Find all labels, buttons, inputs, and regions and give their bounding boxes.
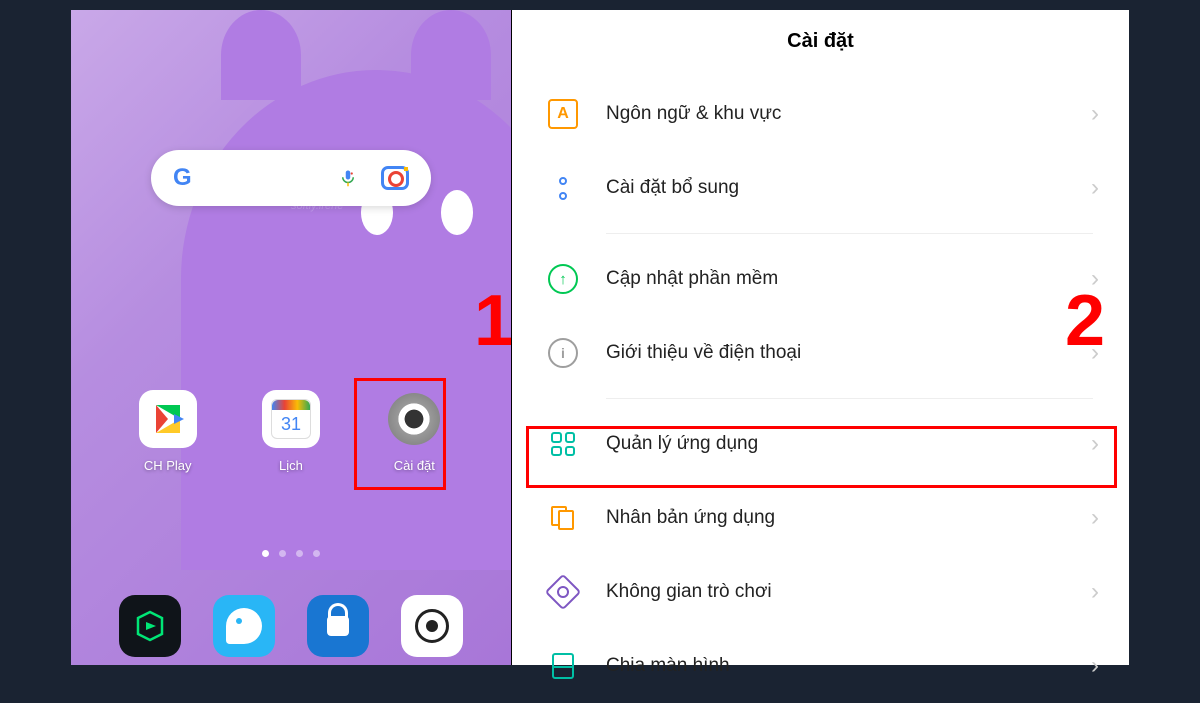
wallpaper-eye (441, 190, 473, 235)
page-dot[interactable] (262, 550, 269, 557)
settings-item-split-screen[interactable]: Chia màn hình › (512, 629, 1129, 703)
lock-icon (327, 616, 349, 636)
item-label: Cập nhật phần mềm (606, 268, 1091, 290)
app-settings[interactable]: Cài đặt (369, 390, 459, 473)
language-icon: A (548, 99, 578, 129)
home-screen: softly.irene G 1 CH Play 31 Lịch Cài (71, 10, 511, 665)
tutorial-frame: softly.irene G 1 CH Play 31 Lịch Cài (71, 10, 1129, 665)
google-search-widget[interactable]: G (151, 150, 431, 206)
highlight-box-2 (526, 426, 1117, 488)
dock-app-video[interactable] (119, 595, 181, 657)
clone-icon (548, 503, 578, 533)
page-indicator (262, 550, 320, 557)
lens-icon[interactable] (381, 166, 409, 190)
settings-item-language[interactable]: A Ngôn ngữ & khu vực › (512, 77, 1129, 151)
update-icon: ↑ (548, 264, 578, 294)
wallpaper-cat (181, 70, 511, 570)
app-label: CH Play (144, 458, 192, 473)
app-label: Lịch (279, 458, 303, 473)
settings-item-game-space[interactable]: Không gian trò chơi › (512, 555, 1129, 629)
dock (71, 595, 511, 657)
item-label: Ngôn ngữ & khu vực (606, 103, 1091, 125)
kiwi-icon (226, 608, 262, 644)
dock-app-camera[interactable] (401, 595, 463, 657)
app-row: CH Play 31 Lịch Cài đặt (71, 390, 511, 473)
settings-item-app-clone[interactable]: Nhân bản ứng dụng › (512, 481, 1129, 555)
settings-item-update[interactable]: ↑ Cập nhật phần mềm › (512, 242, 1129, 316)
mic-icon[interactable] (339, 165, 357, 191)
split-icon (548, 651, 578, 681)
annotation-step-1: 1 (474, 280, 511, 362)
calendar-icon: 31 (262, 390, 320, 448)
settings-item-about[interactable]: i Giới thiệu về điện thoại › (512, 316, 1129, 390)
settings-item-additional[interactable]: Cài đặt bổ sung › (512, 151, 1129, 225)
annotation-step-2: 2 (1065, 280, 1105, 362)
item-label: Nhân bản ứng dụng (606, 507, 1091, 529)
app-ch-play[interactable]: CH Play (123, 390, 213, 473)
chevron-right-icon: › (1091, 100, 1099, 128)
settings-screen: Cài đặt A Ngôn ngữ & khu vực › Cài đặt b… (511, 10, 1129, 665)
camera-icon (415, 609, 449, 643)
chevron-right-icon: › (1091, 652, 1099, 680)
game-icon (548, 577, 578, 607)
app-calendar[interactable]: 31 Lịch (246, 390, 336, 473)
play-store-icon (139, 390, 197, 448)
additional-icon (548, 173, 578, 203)
chevron-right-icon: › (1091, 578, 1099, 606)
highlight-box-1 (354, 378, 446, 490)
info-icon: i (548, 338, 578, 368)
google-logo: G (173, 164, 192, 192)
chevron-right-icon: › (1091, 174, 1099, 202)
page-dot[interactable] (296, 550, 303, 557)
divider (606, 398, 1093, 399)
divider (606, 233, 1093, 234)
item-label: Cài đặt bổ sung (606, 177, 1091, 199)
settings-title: Cài đặt (512, 10, 1129, 77)
page-dot[interactable] (313, 550, 320, 557)
item-label: Không gian trò chơi (606, 581, 1091, 603)
item-label: Chia màn hình (606, 655, 1091, 677)
item-label: Giới thiệu về điện thoại (606, 342, 1091, 364)
dock-app-lock[interactable] (307, 595, 369, 657)
chevron-right-icon: › (1091, 504, 1099, 532)
dock-app-kiwi[interactable] (213, 595, 275, 657)
page-dot[interactable] (279, 550, 286, 557)
